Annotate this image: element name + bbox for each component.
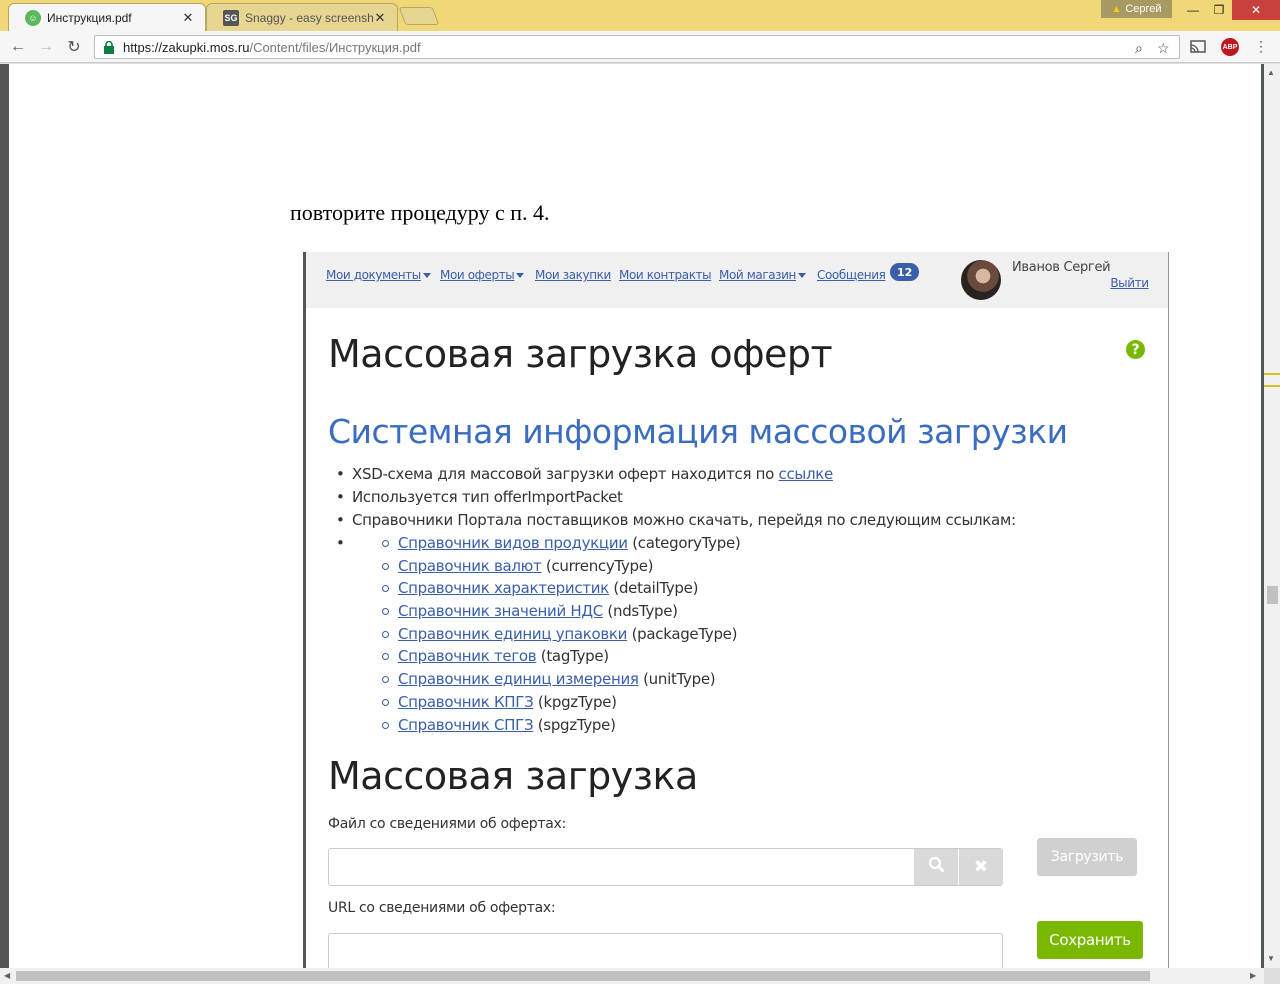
new-tab-button[interactable] bbox=[398, 7, 440, 25]
nav-my-contracts[interactable]: Мои контракты bbox=[619, 268, 712, 282]
scroll-thumb[interactable] bbox=[1267, 586, 1278, 604]
url-field-label: URL со сведениями об офертах: bbox=[328, 900, 556, 916]
title-bar: ☺ Инструкция.pdf ✕ SG Snaggy - easy scre… bbox=[0, 0, 1280, 31]
section-title: Системная информация массовой загрузки bbox=[328, 412, 1068, 451]
tab-close-icon[interactable]: ✕ bbox=[373, 10, 387, 26]
embedded-screenshot: Мои документы Мои оферты Мои закупки Мои… bbox=[303, 252, 1169, 968]
reference-link[interactable]: Справочник КПГЗ bbox=[398, 693, 534, 711]
user-name: Иванов Сергей bbox=[1012, 260, 1111, 275]
references-container: Справочник видов продукции (categoryType… bbox=[336, 533, 1016, 738]
reference-link[interactable]: Справочник характеристик bbox=[398, 579, 609, 597]
reference-item: Справочник единиц упаковки (packageType) bbox=[382, 624, 1016, 647]
bookmark-star-icon[interactable]: ☆ bbox=[1157, 40, 1170, 57]
file-input[interactable]: ✖ bbox=[328, 848, 1003, 886]
nav-my-shop[interactable]: Мой магазин bbox=[719, 268, 806, 282]
url-path: /Content/files/Инструкция.pdf bbox=[249, 39, 421, 55]
horizontal-scrollbar[interactable]: ◀ ▶ bbox=[0, 968, 1264, 984]
warning-icon: ▲ bbox=[1111, 3, 1122, 15]
scroll-right-icon[interactable]: ▶ bbox=[1250, 971, 1256, 980]
reference-item: Справочник валют (currencyType) bbox=[382, 556, 1016, 579]
user-info: Иванов Сергей Выйти bbox=[1012, 260, 1149, 290]
scroll-corner bbox=[1264, 968, 1280, 984]
references-list: Справочник видов продукции (categoryType… bbox=[382, 533, 1016, 738]
list-item: XSD-схема для массовой загрузки оферт на… bbox=[336, 464, 1016, 487]
list-item: Справочники Портала поставщиков можно ск… bbox=[336, 510, 1016, 533]
pdf-viewer: повторите процедуру с п. 4. Мои документ… bbox=[0, 64, 1264, 968]
forward-icon[interactable]: → bbox=[35, 37, 57, 57]
reference-item: Справочник тегов (tagType) bbox=[382, 646, 1016, 669]
xsd-link[interactable]: ссылке bbox=[779, 465, 834, 483]
list-item: Используется тип offerImportPacket bbox=[336, 487, 1016, 510]
caret-down-icon bbox=[798, 273, 806, 278]
tab-label: Snaggy - easy screensho bbox=[245, 10, 373, 25]
logout-link[interactable]: Выйти bbox=[1110, 276, 1149, 290]
help-icon[interactable]: ? bbox=[1126, 340, 1145, 359]
vertical-scrollbar[interactable]: ▲ ▼ bbox=[1264, 64, 1280, 968]
snaggy-icon: SG bbox=[223, 9, 239, 26]
pdf-page: повторите процедуру с п. 4. Мои документ… bbox=[9, 64, 1261, 968]
scroll-up-icon[interactable]: ▲ bbox=[1267, 68, 1275, 77]
menu-icon[interactable]: ⋮ bbox=[1252, 38, 1270, 56]
nav-my-offers[interactable]: Мои оферты bbox=[440, 268, 525, 282]
reference-link[interactable]: Справочник видов продукции bbox=[398, 534, 628, 552]
address-bar[interactable]: https://zakupki.mos.ru /Content/files/Ин… bbox=[94, 35, 1180, 59]
search-icon bbox=[928, 856, 945, 878]
caret-down-icon bbox=[422, 273, 431, 278]
lock-icon bbox=[103, 40, 117, 54]
avatar[interactable] bbox=[961, 260, 1001, 300]
reference-link[interactable]: Справочник значений НДС bbox=[398, 602, 603, 620]
browse-button[interactable] bbox=[914, 849, 958, 885]
reference-item: Справочник видов продукции (categoryType… bbox=[382, 533, 1016, 556]
reference-item: Справочник СПГЗ (spgzType) bbox=[382, 715, 1016, 738]
back-icon[interactable]: ← bbox=[7, 37, 29, 57]
reference-link[interactable]: Справочник единиц упаковки bbox=[398, 625, 627, 643]
tab-label: Инструкция.pdf bbox=[47, 10, 132, 25]
reference-link[interactable]: Справочник единиц измерения bbox=[398, 670, 639, 688]
tab-instruction-pdf[interactable]: ☺ Инструкция.pdf ✕ bbox=[8, 3, 206, 31]
portal-nav: Мои документы Мои оферты Мои закупки Мои… bbox=[306, 252, 1168, 308]
tab-snaggy[interactable]: SG Snaggy - easy screensho ✕ bbox=[206, 3, 398, 31]
reference-item: Справочник единиц измерения (unitType) bbox=[382, 669, 1016, 692]
reference-item: Справочник КПГЗ (kpgzType) bbox=[382, 692, 1016, 715]
profile-name: Сергей bbox=[1125, 3, 1162, 15]
restore-icon[interactable]: ❐ bbox=[1204, 0, 1234, 20]
pdf-site-icon: ☺ bbox=[25, 9, 41, 26]
scroll-left-icon[interactable]: ◀ bbox=[4, 971, 10, 980]
zoom-icon[interactable]: ⌕ bbox=[1135, 40, 1143, 57]
reference-link[interactable]: Справочник тегов bbox=[398, 647, 537, 665]
upload-title: Массовая загрузка bbox=[328, 754, 698, 798]
scroll-thumb[interactable] bbox=[16, 971, 1150, 981]
nav-my-purchases[interactable]: Мои закупки bbox=[535, 268, 611, 282]
search-marker bbox=[1264, 385, 1280, 387]
url-input[interactable] bbox=[328, 933, 1003, 968]
reference-item: Справочник характеристик (detailType) bbox=[382, 578, 1016, 601]
profile-button[interactable]: ▲ Сергей bbox=[1101, 0, 1172, 18]
nav-my-documents[interactable]: Мои документы bbox=[326, 268, 431, 282]
document-text: повторите процедуру с п. 4. bbox=[290, 200, 550, 225]
close-icon: ✖ bbox=[973, 857, 989, 877]
clear-button[interactable]: ✖ bbox=[959, 849, 1003, 885]
close-window-icon[interactable]: ✕ bbox=[1232, 0, 1280, 20]
reference-link[interactable]: Справочник СПГЗ bbox=[398, 716, 534, 734]
cast-icon[interactable] bbox=[1189, 38, 1207, 56]
caret-down-icon bbox=[516, 273, 525, 278]
system-info-list: XSD-схема для массовой загрузки оферт на… bbox=[336, 464, 1016, 738]
adblock-icon[interactable]: ABP bbox=[1221, 38, 1239, 56]
messages-count-badge: 12 bbox=[890, 263, 920, 281]
save-button[interactable]: Сохранить bbox=[1037, 921, 1143, 959]
reference-link[interactable]: Справочник валют bbox=[398, 557, 542, 575]
nav-messages[interactable]: Сообщения bbox=[817, 268, 886, 282]
page-title: Массовая загрузка оферт bbox=[328, 332, 833, 376]
url-host: https://zakupki.mos.ru bbox=[123, 39, 250, 55]
browser-toolbar: ← → ↻ https://zakupki.mos.ru /Content/fi… bbox=[0, 31, 1280, 63]
upload-button[interactable]: Загрузить bbox=[1037, 838, 1137, 876]
reference-item: Справочник значений НДС (ndsType) bbox=[382, 601, 1016, 624]
reload-icon[interactable]: ↻ bbox=[63, 37, 85, 57]
search-marker bbox=[1264, 373, 1280, 375]
tab-close-icon[interactable]: ✕ bbox=[181, 10, 195, 26]
file-field-label: Файл со сведениями об офертах: bbox=[328, 816, 566, 832]
scroll-down-icon[interactable]: ▼ bbox=[1267, 954, 1275, 963]
